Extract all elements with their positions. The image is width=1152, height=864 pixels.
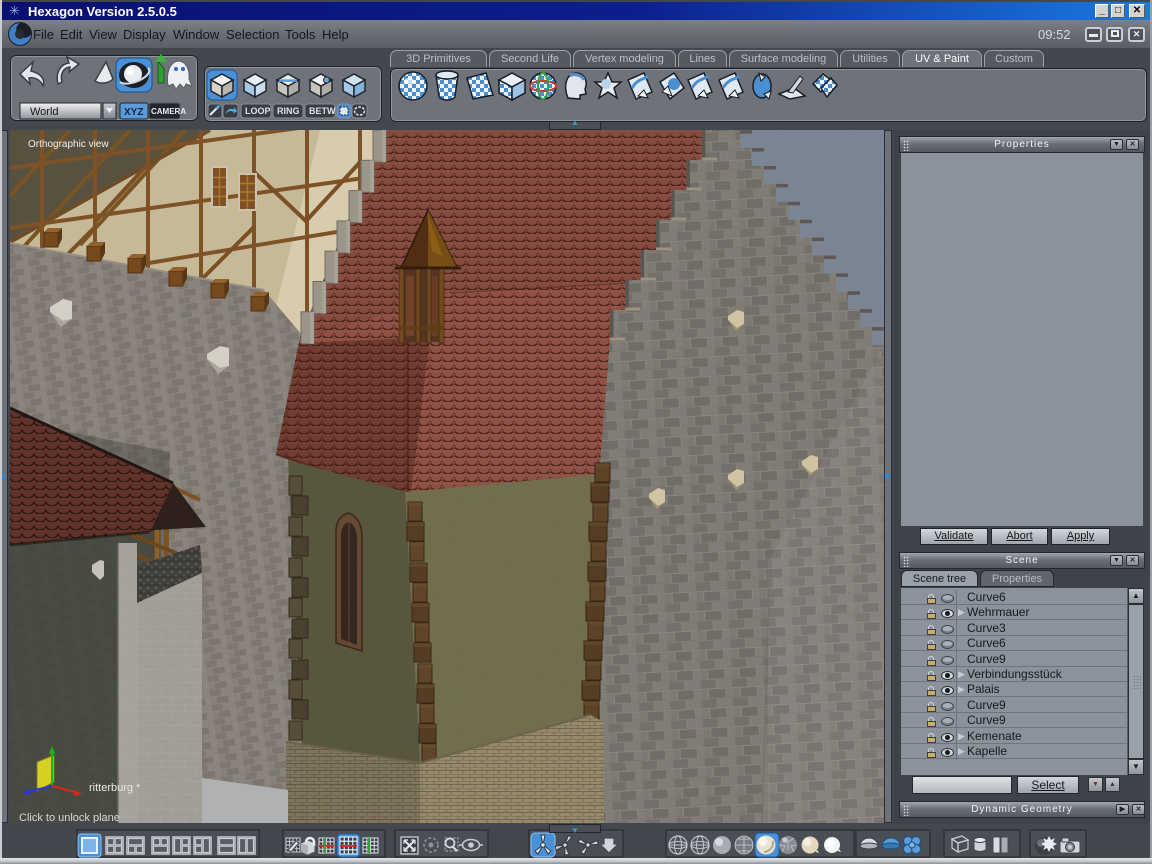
svg-text:Click to unlock plane: Click to unlock plane (19, 812, 120, 823)
svg-text:LOOP: LOOP (245, 106, 271, 116)
svg-text:CAMERA: CAMERA (151, 107, 186, 116)
svg-text:RING: RING (277, 106, 300, 116)
svg-text:BETW: BETW (309, 106, 336, 116)
svg-text:ritterburg *: ritterburg * (89, 782, 141, 794)
svg-text:XYZ: XYZ (124, 107, 143, 118)
svg-text:World: World (30, 106, 59, 118)
svg-text:Orthographic view: Orthographic view (28, 139, 109, 150)
